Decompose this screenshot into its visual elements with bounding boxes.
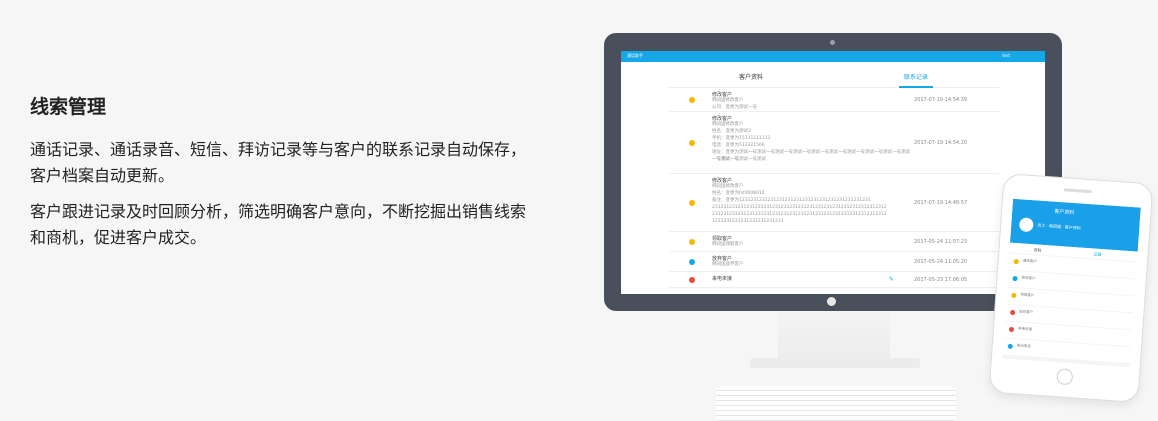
tab-bar: 客户资料 联系记录 — [669, 62, 999, 88]
record-detail: 韩同国修改客户 — [712, 184, 744, 189]
person-icon — [689, 200, 695, 206]
record-detail: 韩同国放弃客户 — [712, 262, 744, 267]
home-button — [1056, 368, 1074, 386]
record-type-icon — [1009, 309, 1016, 316]
phone-record-label: 修改客户 — [1021, 275, 1036, 281]
record-time: 2017-07-19 14:54:39 — [914, 97, 968, 103]
phone-tab-records[interactable]: 记录 — [1093, 251, 1101, 258]
feature-title: 线索管理 — [30, 96, 107, 118]
phone-title: 客户资料 — [1054, 208, 1075, 217]
phone-icon — [689, 277, 695, 283]
record-time: 2017-05-24 11:05:20 — [914, 259, 968, 265]
record-type-icon — [1013, 258, 1019, 265]
record-detail: 2312312312312312312312312312312312312312… — [712, 205, 887, 210]
record-type-icon — [1008, 326, 1015, 333]
record-detail: 2312312312312312312312312312312312312312… — [712, 212, 887, 217]
tab-contact-records[interactable]: 联系记录 — [904, 72, 928, 81]
phone-record-label: 放弃客户 — [1019, 309, 1034, 315]
record-type-icon — [1011, 292, 1017, 299]
record-row: 放弃客户 韩同国放弃客户 2017-05-24 11:05:20 — [669, 252, 999, 272]
app-topbar: 通话助手 test — [621, 51, 1045, 62]
phone-speaker — [1063, 188, 1092, 194]
record-detail: 电话：变更为512321566 — [712, 143, 765, 148]
record-row: 修改客户 韩同国修改客户 姓名：变更为测试3 手机：变更为15111111111 电话：… — [669, 112, 999, 174]
feature-paragraph-2: 客户跟进记录及时回顾分析，筛选明确客户意向，不断挖掘出销售线索和商机，促进客户成… — [30, 202, 527, 247]
record-detail: 手机：变更为15111111111 — [712, 136, 771, 141]
keyboard-illustration — [716, 386, 956, 421]
monitor-illustration: 通话助手 test 客户资料 联系记录 修改客户 韩同国修改客户 公司：变更为测试一… — [604, 33, 1062, 311]
phone-record-label: 来电未接 — [1017, 326, 1033, 332]
record-title: 来电未接 — [712, 276, 733, 282]
record-type-icon — [1007, 343, 1013, 350]
person-icon — [689, 239, 695, 245]
tab-customer-info[interactable]: 客户资料 — [739, 72, 763, 81]
record-detail: 一号测试一号 — [712, 157, 739, 162]
record-time: 2017-05-24 11:07:23 — [914, 239, 968, 245]
record-detail: 备注：变更为1231231231231231231231231231231231… — [712, 198, 871, 203]
power-button — [827, 297, 836, 306]
record-list: 修改客户 韩同国修改客户 公司：变更为测试一号 2017-07-19 14:54:39… — [669, 88, 999, 288]
phone-subtitle: 员工 · 韩同国 · 客户资料 — [1037, 222, 1082, 231]
person-icon — [689, 259, 695, 265]
phone-screen: 客户资料 员工 · 韩同国 · 客户资料 资料 记录 通话客户修改客户领取客户放… — [1001, 198, 1141, 368]
camera-dot — [830, 40, 835, 45]
phone-record-label: 拨出电话 — [1016, 343, 1031, 349]
user-menu[interactable]: test — [1002, 53, 1010, 58]
record-type-icon — [1012, 275, 1018, 282]
monitor-base — [750, 358, 920, 368]
edit-icon[interactable]: ✎ — [889, 276, 894, 283]
record-time: 2017-05-23 17:06:05 — [914, 277, 968, 283]
avatar — [1018, 217, 1034, 233]
phone-record-list: 通话客户修改客户领取客户放弃客户来电未接拨出电话 — [1002, 253, 1137, 364]
app-brand: 通话助手 — [627, 53, 643, 58]
record-detail: 姓名：变更为测试3 — [712, 129, 751, 134]
monitor-stand — [778, 311, 890, 359]
phone-illustration: 客户资料 员工 · 韩同国 · 客户资料 资料 记录 通话客户修改客户领取客户放… — [988, 173, 1154, 403]
record-detail: 姓名：变更为fsf4608016 — [712, 191, 765, 196]
record-detail: 公司：变更为测试一号 — [712, 105, 757, 110]
record-time: 2017-07-19 14:48:57 — [914, 200, 968, 206]
phone-record-label: 领取客户 — [1020, 292, 1035, 298]
record-detail: 韩同国修改客户 — [712, 98, 744, 103]
record-row: 修改客户 韩同国修改客户 姓名：变更为fsf4608016 备注：变更为1231231… — [669, 174, 999, 232]
record-detail: 韩同国修改客户 — [712, 122, 744, 127]
record-row: 修改客户 韩同国修改客户 公司：变更为测试一号 2017-07-19 14:54:39 — [669, 88, 999, 112]
person-icon — [689, 140, 695, 146]
phone-record-label: 通话客户 — [1022, 258, 1037, 264]
desktop-screen: 通话助手 test 客户资料 联系记录 修改客户 韩同国修改客户 公司：变更为测试一… — [621, 51, 1045, 294]
feature-paragraph-1: 通话记录、通话录音、短信、拜访记录等与客户的联系记录自动保存，客户档案自动更新。 — [30, 140, 527, 185]
record-row: 领取客户 韩同国领取客户 2017-05-24 11:07:23 — [669, 232, 999, 252]
record-time: 2017-07-19 14:54:20 — [914, 140, 968, 146]
feature-copy: 线索管理 通话记录、通话录音、短信、拜访记录等与客户的联系记录自动保存，客户档案… — [30, 92, 530, 261]
record-detail: 1231231231231231231231231 — [712, 219, 784, 224]
record-detail: 韩同国领取客户 — [712, 242, 744, 247]
record-panel: 客户资料 联系记录 修改客户 韩同国修改客户 公司：变更为测试一号 2017-07-1… — [669, 62, 999, 294]
person-icon — [689, 97, 695, 103]
record-row: 来电未接 ✎ 2017-05-23 17:06:05 — [669, 272, 999, 288]
phone-tab-info[interactable]: 资料 — [1033, 247, 1041, 254]
